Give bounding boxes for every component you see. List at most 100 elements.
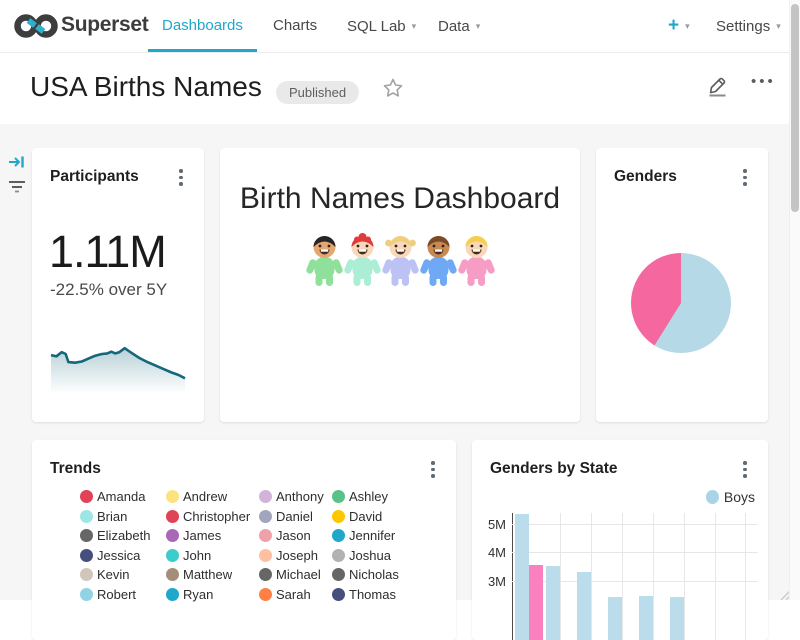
chart-title: Genders by State	[490, 460, 618, 478]
nav-dashboards[interactable]: Dashboards	[148, 0, 257, 52]
legend-label: Joseph	[276, 549, 318, 562]
legend-item[interactable]: Michael	[259, 568, 332, 582]
legend-label: Elizabeth	[97, 529, 150, 542]
legend-item[interactable]: Jennifer	[332, 529, 424, 543]
favorite-star-icon[interactable]	[382, 77, 404, 99]
nav-charts[interactable]: Charts	[259, 0, 331, 49]
legend-label: Michael	[276, 568, 321, 581]
legend-item[interactable]: Andrew	[166, 490, 259, 504]
legend-item[interactable]: Robert	[80, 588, 166, 602]
legend-item[interactable]: Anthony	[259, 490, 332, 504]
genders-card: Genders	[596, 148, 768, 422]
big-number-value: 1.11M	[49, 226, 166, 278]
legend-item[interactable]: Nicholas	[332, 568, 424, 582]
chevron-down-icon: ▾	[776, 21, 781, 31]
chevron-down-icon: ▾	[476, 21, 481, 31]
legend-label: Thomas	[349, 588, 396, 601]
chart-title: Trends	[50, 460, 101, 478]
bar-boys[interactable]	[608, 597, 622, 640]
legend-item[interactable]: Kevin	[80, 568, 166, 582]
genders-by-state-card: Genders by State Boys 5M 4M 3M	[472, 440, 768, 640]
expand-filter-bar-icon[interactable]	[8, 153, 26, 171]
bar-boys[interactable]	[546, 566, 560, 640]
legend-swatch	[80, 549, 93, 562]
scrollbar-track[interactable]	[789, 0, 800, 600]
legend-swatch	[259, 490, 272, 503]
legend-swatch	[80, 490, 93, 503]
gridline	[560, 513, 561, 640]
page-title: USA Births Names	[30, 71, 262, 103]
legend-item[interactable]: Joshua	[332, 549, 424, 563]
legend-swatch	[332, 588, 345, 601]
legend-item[interactable]: Elizabeth	[80, 529, 166, 543]
chart-title: Participants	[50, 168, 139, 186]
legend-label: Sarah	[276, 588, 311, 601]
legend-swatch	[166, 529, 179, 542]
kebab-menu-icon[interactable]	[176, 169, 186, 186]
legend-label: Christopher	[183, 510, 250, 523]
board-heading: Birth Names Dashboard	[220, 182, 580, 216]
legend-item[interactable]: Thomas	[332, 588, 424, 602]
legend-item[interactable]: Matthew	[166, 568, 259, 582]
settings-menu[interactable]: Settings▾	[716, 0, 781, 52]
nav-sql-lab-label: SQL Lab	[347, 18, 406, 35]
legend-item[interactable]: Joseph	[259, 549, 332, 563]
chevron-down-icon: ▾	[685, 21, 690, 31]
legend-item[interactable]: Brian	[80, 510, 166, 524]
baby-emoji	[420, 232, 457, 288]
genders-pie-chart[interactable]	[631, 253, 731, 353]
bar-boys[interactable]	[577, 572, 591, 640]
nav-dashboards-label: Dashboards	[162, 17, 243, 34]
legend-label: Anthony	[276, 490, 324, 503]
more-actions-button[interactable]: •••	[751, 73, 776, 90]
kebab-menu-icon[interactable]	[740, 461, 750, 478]
legend-swatch	[259, 568, 272, 581]
legend-label: Kevin	[97, 568, 130, 581]
legend-swatch	[80, 588, 93, 601]
superset-logo-icon[interactable]	[13, 11, 59, 41]
dashboard-grid: Participants 1.11M -22.5% over 5Y Birth …	[0, 124, 800, 600]
bar-boys[interactable]	[515, 514, 529, 640]
trends-legend: AmandaAndrew Anthony Ashley Brian Christophe…	[80, 490, 424, 601]
legend-item[interactable]: Jessica	[80, 549, 166, 563]
legend-item[interactable]: Ryan	[166, 588, 259, 602]
legend-item[interactable]: Amanda	[80, 490, 166, 504]
bar-boys[interactable]	[639, 596, 653, 640]
legend-item[interactable]: James	[166, 529, 259, 543]
legend-item[interactable]: Daniel	[259, 510, 332, 524]
nav-sql-lab[interactable]: SQL Lab▾	[333, 0, 430, 49]
bar-girls[interactable]	[529, 565, 543, 640]
legend-item[interactable]: Sarah	[259, 588, 332, 602]
legend-swatch	[259, 510, 272, 523]
legend-label: Daniel	[276, 510, 313, 523]
filter-list-icon[interactable]	[8, 179, 26, 195]
legend-item-boys[interactable]: Boys	[706, 490, 755, 504]
legend-item[interactable]: Ashley	[332, 490, 424, 504]
nav-data[interactable]: Data▾	[424, 0, 494, 49]
legend-swatch	[80, 510, 93, 523]
legend-item[interactable]: Christopher	[166, 510, 259, 524]
legend-label: David	[349, 510, 382, 523]
new-item-button[interactable]: +▾	[668, 0, 690, 52]
legend-item[interactable]: John	[166, 549, 259, 563]
edit-pencil-icon[interactable]	[706, 74, 729, 98]
participants-card: Participants 1.11M -22.5% over 5Y	[32, 148, 204, 422]
kebab-menu-icon[interactable]	[428, 461, 438, 478]
kebab-menu-icon[interactable]	[740, 169, 750, 186]
legend-swatch	[332, 549, 345, 562]
baby-emoji	[382, 232, 419, 288]
bar-boys[interactable]	[670, 597, 684, 640]
legend-swatch	[259, 529, 272, 542]
legend-swatch	[80, 529, 93, 542]
published-badge[interactable]: Published	[276, 81, 359, 104]
legend-swatch	[166, 510, 179, 523]
brand-name[interactable]: Superset	[61, 13, 148, 37]
markdown-title-card: Birth Names Dashboard	[220, 148, 580, 422]
legend-item[interactable]: Jason	[259, 529, 332, 543]
scrollbar-thumb[interactable]	[791, 4, 799, 212]
baby-emoji	[306, 232, 343, 288]
legend-label: Joshua	[349, 549, 391, 562]
gridline	[745, 513, 746, 640]
gridline	[512, 552, 758, 553]
legend-item[interactable]: David	[332, 510, 424, 524]
